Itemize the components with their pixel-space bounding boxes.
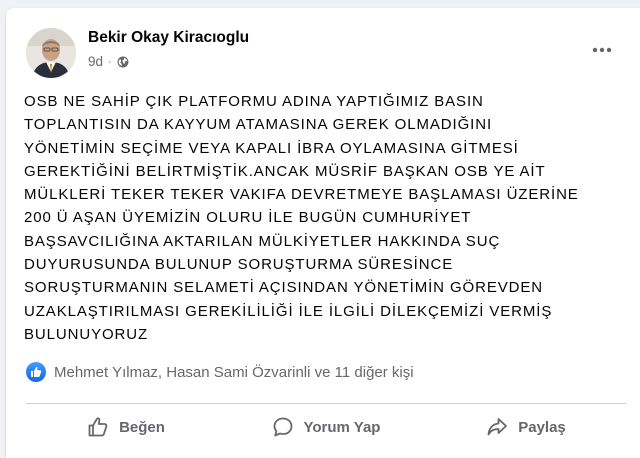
post-text-line: BAŞSAVCILIĞINA AKTARILAN MÜLKİYETLER HAK…: [24, 232, 501, 250]
post-text-line: 200 Ü AŞAN ÜYEMİZİN OLURU İLE BUGÜN CUMH…: [24, 209, 472, 227]
post-card: Bekir Okay Kiracıoglu 9d · OSB NE SAHİP …: [6, 8, 640, 458]
post-text-line: GEREKTİĞİNİ BELİRTMİŞTİK.ANCAK MÜSRİF BA…: [24, 162, 546, 180]
post-meta: 9d ·: [88, 54, 129, 69]
reactions-text[interactable]: Mehmet Yılmaz, Hasan Sami Özvarinli ve 1…: [54, 364, 414, 381]
like-reaction-icon: [26, 362, 46, 382]
thumbs-up-icon: [88, 417, 108, 437]
post-text-line: BULUNUYORUZ: [24, 325, 149, 343]
author-avatar[interactable]: [26, 28, 76, 78]
post-text-line: TOPLANTISIN DA KAYYUM ATAMASINA GEREK OL…: [24, 116, 493, 134]
post-header: Bekir Okay Kiracıoglu 9d ·: [26, 28, 626, 80]
post-text-line: MÜLKLERİ TEKER TEKER VAKIFA DEVRETMEYE B…: [24, 186, 579, 204]
like-label: Beğen: [119, 418, 165, 436]
avatar-photo: [26, 28, 76, 78]
post-text-line: OSB NE SAHİP ÇIK PLATFORMU ADINA YAPTIĞI…: [24, 93, 484, 110]
share-arrow-icon: [487, 418, 508, 436]
more-options-button[interactable]: [584, 38, 620, 62]
reactions-summary[interactable]: Mehmet Yılmaz, Hasan Sami Özvarinli ve 1…: [26, 362, 414, 382]
post-text-line: UZAKLAŞTIRILMASI GEREKİLİLİĞİ İLE İLGİLİ…: [24, 302, 553, 320]
post-text-line: DUYURUSUNDA BULUNUP SORUŞTURMA SÜRESİNCE: [24, 256, 454, 274]
share-label: Paylaş: [518, 418, 566, 436]
actions-divider: [26, 403, 626, 404]
like-button[interactable]: Beğen: [26, 408, 226, 446]
post-actions: Beğen Yorum Yap Paylaş: [26, 408, 626, 446]
post-text-line: YÖNETİMİN SEÇİME VEYA KAPALI İBRA OYLAMA…: [24, 139, 519, 157]
globe-icon[interactable]: [117, 56, 129, 68]
meta-separator: ·: [108, 55, 112, 68]
post-text: OSB NE SAHİP ÇIK PLATFORMU ADINA YAPTIĞI…: [24, 90, 626, 346]
share-button[interactable]: Paylaş: [426, 408, 626, 446]
comment-button[interactable]: Yorum Yap: [226, 408, 426, 446]
comment-bubble-icon: [273, 417, 292, 437]
author-name[interactable]: Bekir Okay Kiracıoglu: [88, 29, 249, 47]
more-options-icon: [592, 47, 612, 53]
comment-label: Yorum Yap: [303, 418, 381, 436]
post-text-line: SORUŞTURMANIN SELAMETİ AÇISINDAN YÖNETİM…: [24, 279, 544, 297]
post-timestamp[interactable]: 9d: [88, 54, 103, 69]
